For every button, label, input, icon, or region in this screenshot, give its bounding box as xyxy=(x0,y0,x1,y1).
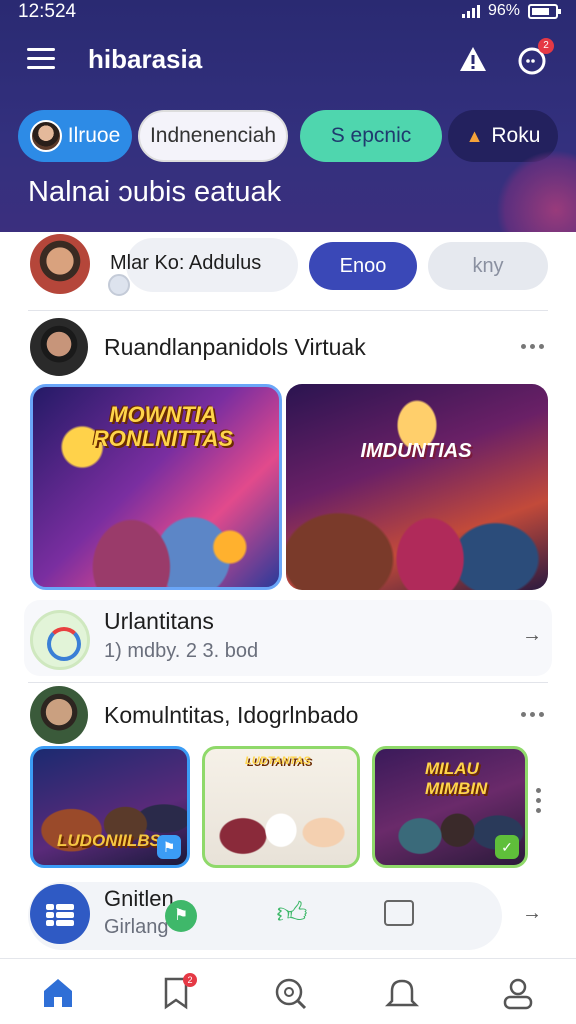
chip-roku[interactable]: ▲ Roku xyxy=(448,110,558,162)
post-image[interactable]: MOWNTIA RONLNITTAS xyxy=(30,384,282,590)
chip-indonesian[interactable]: Indnenenciah xyxy=(138,110,288,162)
post-image[interactable]: IMDUNTIAS xyxy=(286,384,548,590)
roku-logo-icon: ▲ xyxy=(465,125,484,146)
more-options-icon[interactable] xyxy=(521,344,544,349)
chip-label: Indnenenciah xyxy=(149,124,277,147)
media-badge-icon: ✓ xyxy=(495,835,519,859)
search-icon[interactable] xyxy=(270,973,310,1013)
avatar[interactable] xyxy=(30,234,90,294)
warning-icon[interactable] xyxy=(458,44,488,74)
home-icon[interactable] xyxy=(38,973,78,1013)
notification-badge: 2 xyxy=(538,38,554,54)
comment-row: Mlar Ko: Addulus Enoo kny xyxy=(0,232,576,302)
arrow-right-icon[interactable]: → xyxy=(522,902,542,925)
grid-app-icon[interactable] xyxy=(30,884,90,944)
status-bar: 12:524 96% xyxy=(0,0,576,26)
group-subtitle: Girlang xyxy=(104,916,169,938)
thumbnail-caption: MILAU MIMBIN xyxy=(425,759,488,798)
group-row-background xyxy=(28,882,502,950)
profile-icon[interactable] xyxy=(498,973,538,1013)
thumbnail[interactable]: MILAU MIMBIN ✓ xyxy=(372,746,528,868)
image-caption: IMDUNTIAS xyxy=(360,440,472,462)
app-header: 12:524 96% hibarasia 2 Ilruoe Indnenenci… xyxy=(0,0,576,232)
chip-avatar xyxy=(29,120,62,152)
post-title: Komulntitas, Idogrlnbado xyxy=(104,702,359,728)
chip-label: Roku xyxy=(491,124,541,147)
primary-action-button[interactable]: Enoo xyxy=(309,242,417,290)
battery-icon xyxy=(528,3,561,19)
arrow-right-icon[interactable]: → xyxy=(522,624,542,647)
chip-profile[interactable]: Ilruoe xyxy=(18,110,132,162)
status-time: 12:524 xyxy=(18,1,77,22)
bottom-navigation: 2 xyxy=(0,958,576,1024)
divider xyxy=(28,682,548,683)
media-badge-icon: ⚑ xyxy=(157,835,181,859)
chip-label: Ilruoe xyxy=(67,124,121,147)
saved-badge: 2 xyxy=(183,973,197,987)
cursor-indicator xyxy=(108,274,130,296)
community-logo-icon xyxy=(30,610,90,670)
app-title: hibarasia xyxy=(88,44,203,74)
thumbs-up-icon[interactable]: 👍︎ xyxy=(274,896,310,932)
signal-icon xyxy=(461,4,480,18)
thumbnail[interactable]: LUDTANTAS xyxy=(202,746,360,868)
comment-input-text: Mlar Ko: Addulus xyxy=(110,252,262,274)
post-header: Komulntitas, Idogrlnbado xyxy=(0,684,576,744)
info-subtitle: 1) mdby. 2 3. bod xyxy=(104,640,259,662)
avatar[interactable] xyxy=(30,318,88,376)
group-row[interactable]: Gnitlen Girlang ⚑ 👍︎ → xyxy=(0,878,576,954)
hamburger-menu-icon[interactable] xyxy=(27,48,55,70)
battery-percent: 96% xyxy=(487,2,520,19)
folder-icon[interactable] xyxy=(384,900,414,926)
image-caption: MOWNTIA RONLNITTAS xyxy=(92,402,234,451)
flag-icon[interactable]: ⚑ xyxy=(165,900,197,932)
more-options-icon[interactable] xyxy=(521,712,544,717)
info-card[interactable]: Urlantitans 1) mdby. 2 3. bod → xyxy=(0,600,576,676)
status-right: 96% xyxy=(461,2,561,20)
info-title: Urlantitans xyxy=(104,608,214,634)
vertical-more-icon[interactable] xyxy=(536,788,541,813)
thumbnail-caption: LUDTANTAS xyxy=(245,755,311,767)
post-header: Ruandlanpanidols Virtuak xyxy=(0,318,576,378)
divider xyxy=(28,310,548,311)
secondary-action-button[interactable]: kny xyxy=(428,242,548,290)
category-chips: Ilruoe Indnenenciah S epcnic ▲ Roku xyxy=(18,110,558,162)
section-heading: Nalnai ɔubis eatuak xyxy=(28,176,282,208)
chip-special[interactable]: S epcnic xyxy=(300,110,442,162)
group-title: Gnitlen xyxy=(104,886,174,911)
thumbnail-caption: LUDONIILBS xyxy=(57,831,161,850)
bell-icon[interactable] xyxy=(382,973,422,1013)
post-title: Ruandlanpanidols Virtuak xyxy=(104,334,366,360)
chip-label: S epcnic xyxy=(330,124,412,147)
thumbnail[interactable]: LUDONIILBS ⚑ xyxy=(30,746,190,868)
